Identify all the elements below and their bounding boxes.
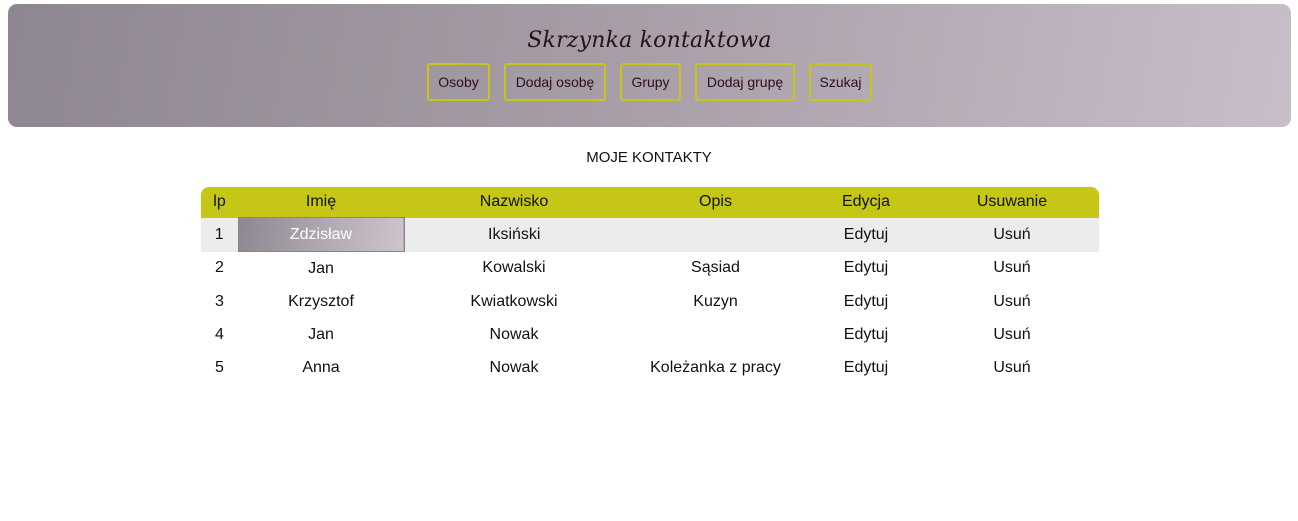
edit-link[interactable]: Edytuj [807,351,925,384]
edit-link[interactable]: Edytuj [807,252,925,286]
cell-imie: Jan [308,325,334,343]
column-header-usuwanie: Usuwanie [925,187,1099,218]
nav-button-osoby[interactable]: Osoby [427,63,490,101]
cell-lp: 4 [215,325,224,343]
header-banner: Skrzynka kontaktowa Osoby Dodaj osobę Gr… [8,4,1291,127]
cell-lp: 3 [215,292,224,310]
column-header-lp: lp [201,187,238,218]
cell-nazwisko: Nowak [489,325,539,343]
cell-opis [624,217,807,252]
nav-button-grupy[interactable]: Grupy [620,63,681,101]
delete-link[interactable]: Usuń [925,285,1099,318]
cell-imie: Anna [302,358,340,376]
table-row: 5 Anna Nowak Koleżanka z pracy Edytuj Us… [201,351,1099,384]
cell-nazwisko: Nowak [489,358,539,376]
nav-button-szukaj[interactable]: Szukaj [809,63,872,101]
delete-link[interactable]: Usuń [925,318,1099,351]
cell-nazwisko: Kowalski [482,259,546,277]
column-header-nazwisko: Nazwisko [404,187,624,218]
nav-button-dodaj-grupe[interactable]: Dodaj grupę [695,63,795,101]
table-header-row: lp Imię Nazwisko Opis Edycja Usuwanie [201,187,1099,218]
column-header-opis: Opis [624,187,807,218]
delete-link[interactable]: Usuń [925,252,1099,286]
table-row: 3 Krzysztof Kwiatkowski Kuzyn Edytuj Usu… [201,285,1099,318]
section-title: MOJE KONTAKTY [586,149,712,166]
cell-opis [624,318,807,351]
main-nav: Osoby Dodaj osobę Grupy Dodaj grupę Szuk… [8,63,1291,101]
table-row: 2 Jan Kowalski Sąsiad Edytuj Usuń [201,252,1099,286]
cell-lp: 5 [215,358,224,376]
cell-imie: Krzysztof [288,292,354,310]
cell-lp: 1 [201,217,238,252]
nav-button-dodaj-osobe[interactable]: Dodaj osobę [504,63,606,101]
cell-nazwisko: Iksiński [404,217,624,252]
delete-link[interactable]: Usuń [925,351,1099,384]
edit-link[interactable]: Edytuj [807,318,925,351]
cell-opis: Kuzyn [693,292,738,310]
cell-nazwisko: Kwiatkowski [470,292,558,310]
edit-link[interactable]: Edytuj [807,217,925,252]
column-header-imie: Imię [238,187,404,218]
cell-imie: Zdzisław [237,217,405,252]
edit-link[interactable]: Edytuj [807,285,925,318]
cell-imie: Jan [308,259,334,277]
cell-opis: Sąsiad [691,259,740,277]
contacts-table: lp Imię Nazwisko Opis Edycja Usuwanie 1 … [201,187,1099,384]
table-row: 4 Jan Nowak Edytuj Usuń [201,318,1099,351]
app-title: Skrzynka kontaktowa [527,28,772,53]
column-header-edycja: Edycja [807,187,925,218]
table-row: 1 Zdzisław Iksiński Edytuj Usuń [201,217,1099,252]
cell-opis: Koleżanka z pracy [650,358,781,376]
delete-link[interactable]: Usuń [925,217,1099,252]
cell-lp: 2 [215,259,224,277]
